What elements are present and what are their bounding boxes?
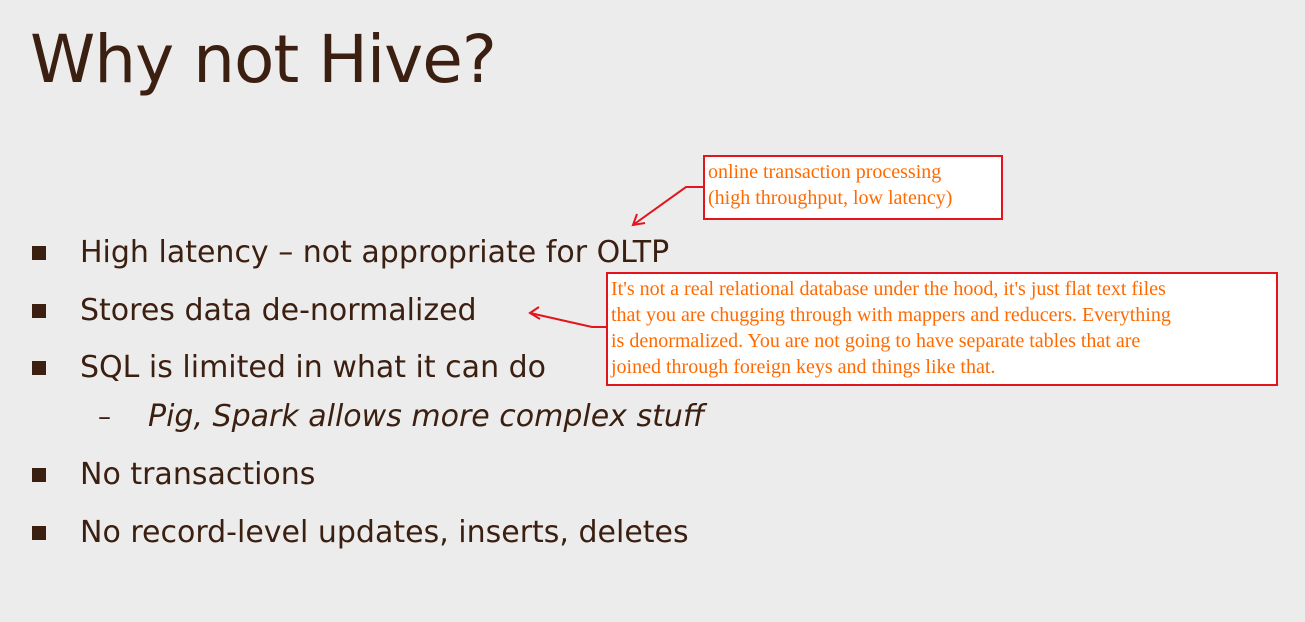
bullet-item-latency: High latency – not appropriate for OLTP xyxy=(32,233,669,273)
annotation-line: that you are chugging through with mappe… xyxy=(611,304,1171,326)
bullet-item-no-record-updates: No record-level updates, inserts, delete… xyxy=(32,513,689,553)
sub-bullet-item: – Pig, Spark allows more complex stuff xyxy=(98,397,705,437)
bullet-text: No transactions xyxy=(80,457,316,492)
square-bullet-icon xyxy=(32,468,46,482)
square-bullet-icon xyxy=(32,361,46,375)
annotation-oltp: online transaction processing (high thro… xyxy=(703,155,1003,220)
bullet-item-denormalized: Stores data de-normalized xyxy=(32,291,477,331)
square-bullet-icon xyxy=(32,246,46,260)
square-bullet-icon xyxy=(32,526,46,540)
annotation-denormalized: It's not a real relational database unde… xyxy=(606,272,1278,386)
bullet-text: High latency – not appropriate for OLTP xyxy=(80,235,670,270)
annotation-line: is denormalized. You are not going to ha… xyxy=(611,330,1141,352)
bullet-item-no-transactions: No transactions xyxy=(32,455,315,495)
annotation-line: (high throughput, low latency) xyxy=(708,187,953,209)
bullet-text: No record-level updates, inserts, delete… xyxy=(80,515,689,550)
bullet-text: SQL is limited in what it can do xyxy=(80,350,547,385)
bullet-text: Stores data de-normalized xyxy=(80,293,477,328)
dash-bullet-icon: – xyxy=(98,402,111,432)
annotation-line: joined through foreign keys and things l… xyxy=(611,356,996,378)
annotation-line: It's not a real relational database unde… xyxy=(611,278,1166,300)
sub-bullet-text: Pig, Spark allows more complex stuff xyxy=(148,399,705,434)
annotation-line: online transaction processing xyxy=(708,161,942,183)
square-bullet-icon xyxy=(32,304,46,318)
bullet-item-sql-limited: SQL is limited in what it can do xyxy=(32,348,546,388)
